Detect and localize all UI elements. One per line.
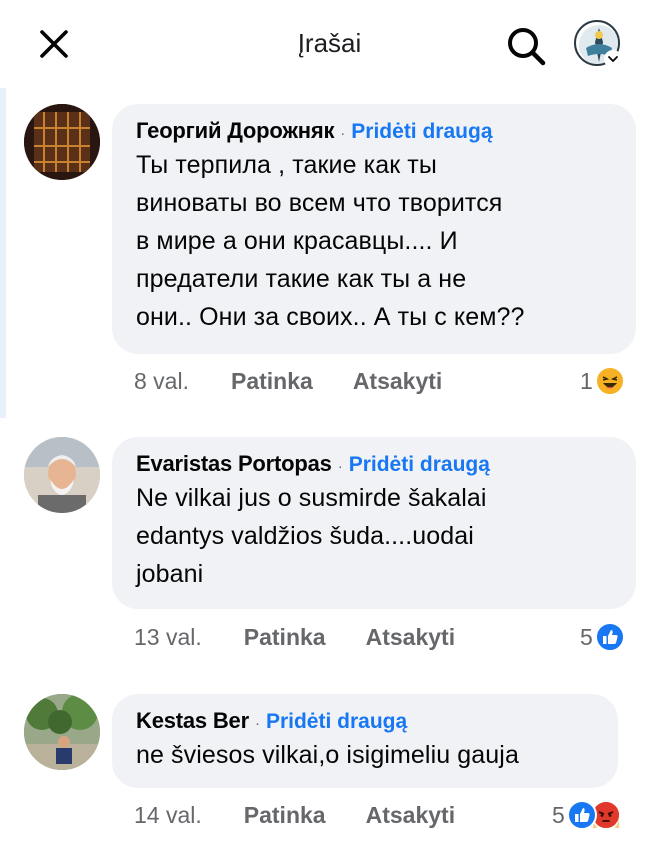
- comment-text-line: edantys valdžios šuda....uodai: [136, 522, 474, 550]
- top-bar: Įrašai: [0, 0, 659, 88]
- like-button[interactable]: Patinka: [244, 802, 326, 829]
- highlight-indicator: [0, 88, 6, 418]
- search-button[interactable]: [500, 20, 552, 72]
- like-icon: [594, 622, 625, 652]
- comment-author[interactable]: Evaristas Portopas: [136, 451, 332, 477]
- page-title: Įrašai: [297, 28, 362, 58]
- comment-timestamp[interactable]: 14 val.: [134, 802, 202, 829]
- comment-text-line: ne šviesos vilkai,o isigimeliu gauja: [136, 741, 519, 769]
- separator-dot: ·: [340, 125, 346, 142]
- comment-text-line: в мире а они красавцы.... И: [136, 227, 458, 255]
- comment-bubble: Георгий Дорожняк · Pridėti draugą Ты тер…: [112, 104, 636, 354]
- reply-button[interactable]: Atsakyti: [353, 368, 442, 395]
- like-button[interactable]: Patinka: [244, 624, 326, 651]
- like-button[interactable]: Patinka: [231, 368, 313, 395]
- comment-text: Ne vilkai jus o susmirde šakalai edantys…: [136, 479, 616, 593]
- comment-timestamp[interactable]: 8 val.: [134, 368, 189, 395]
- avatar[interactable]: [24, 104, 100, 180]
- comment-text-line: предатели такие как ты а не: [136, 265, 467, 293]
- comment-bubble: Kestas Ber · Pridėti draugą ne šviesos v…: [112, 694, 618, 788]
- reply-button[interactable]: Atsakyti: [366, 802, 455, 829]
- reaction-summary[interactable]: 5: [580, 622, 625, 652]
- comment-text-line: Ne vilkai jus o susmirde šakalai: [136, 484, 487, 512]
- avatar[interactable]: [24, 437, 100, 513]
- add-friend-link[interactable]: Pridėti draugą: [266, 710, 407, 734]
- separator-dot: ·: [254, 715, 260, 732]
- comment-author[interactable]: Kestas Ber: [136, 708, 249, 734]
- comment-text: Ты терпила , такие как ты виноваты во вс…: [136, 146, 616, 336]
- comment-text-line: они.. Они за своих.. А ты с кем??: [136, 303, 525, 331]
- comment-text: ne šviesos vilkai,o isigimeliu gauja: [136, 736, 598, 774]
- separator-dot: ·: [337, 458, 343, 475]
- like-icon: [566, 800, 597, 830]
- chevron-down-icon: [604, 50, 622, 68]
- add-friend-link[interactable]: Pridėti draugą: [349, 453, 490, 477]
- comment-bubble: Evaristas Portopas · Pridėti draugą Ne v…: [112, 437, 636, 609]
- search-icon: [508, 28, 546, 66]
- reaction-count: 5: [580, 623, 593, 650]
- reaction-summary[interactable]: 1: [580, 366, 625, 396]
- haha-icon: [594, 366, 625, 396]
- comment-author[interactable]: Георгий Дорожняк: [136, 118, 334, 144]
- comment-text-line: виноваты во всем что творится: [136, 189, 503, 217]
- comment-actions: 8 val. Patinka Atsakyti: [134, 368, 442, 395]
- reaction-summary[interactable]: 5: [552, 800, 621, 830]
- comment-actions: 13 val. Patinka Atsakyti: [134, 624, 455, 651]
- avatar[interactable]: [24, 694, 100, 770]
- comment-text-line: jobani: [136, 560, 204, 588]
- reaction-count: 1: [580, 367, 593, 394]
- reaction-count: 5: [552, 801, 565, 828]
- profile-menu-button[interactable]: [570, 18, 626, 70]
- comment-text-line: Ты терпила , такие как ты: [136, 151, 437, 179]
- reply-button[interactable]: Atsakyti: [366, 624, 455, 651]
- comment-actions: 14 val. Patinka Atsakyti: [134, 802, 455, 829]
- add-friend-link[interactable]: Pridėti draugą: [351, 120, 492, 144]
- comment-timestamp[interactable]: 13 val.: [134, 624, 202, 651]
